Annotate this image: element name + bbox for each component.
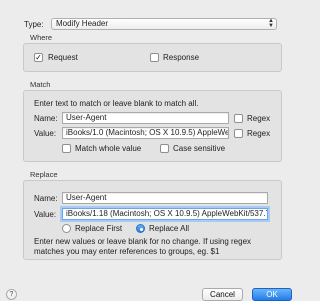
type-select-value: Modify Header [56,19,109,28]
replace-panel: Name: User-Agent Value: iBooks/1.18 (Mac… [23,180,282,260]
match-value-label: Value: [34,129,57,138]
replace-section-title: Replace [30,170,58,179]
match-hint: Enter text to match or leave blank to ma… [34,99,199,108]
type-label: Type: [24,20,44,29]
ok-button[interactable]: OK [252,288,292,301]
type-select[interactable]: Modify Header ▲ ▼ [51,18,277,30]
replace-value-input[interactable]: iBooks/1.18 (Macintosh; OS X 10.9.5) App… [62,208,268,220]
match-value-input[interactable]: iBooks/1.0 (Macintosh; OS X 10.9.5) Appl… [62,127,229,139]
match-whole-value-label: Match whole value [75,144,142,153]
help-button[interactable]: ? [6,289,17,300]
replace-note-line1: Enter new values or leave blank for no c… [34,237,252,246]
match-value-regex-checkbox[interactable] [234,129,243,138]
match-section-title: Match [30,80,51,89]
match-name-regex-label: Regex [247,114,271,123]
response-label: Response [163,53,200,62]
match-name-input[interactable]: User-Agent [62,112,229,124]
case-sensitive-label: Case sensitive [173,144,226,153]
cancel-button[interactable]: Cancel [202,288,243,301]
request-checkbox[interactable]: ✓ [34,53,43,62]
match-name-regex-checkbox[interactable] [234,114,243,123]
response-checkbox[interactable] [150,53,159,62]
where-panel: ✓ Request Response [23,43,282,72]
match-value-regex-label: Regex [247,129,271,138]
select-arrows-icon: ▲ ▼ [268,18,274,29]
replace-name-label: Name: [34,194,58,203]
request-label: Request [48,53,78,62]
replace-first-radio[interactable] [62,224,71,233]
where-section-title: Where [30,33,53,42]
checkmark-icon: ✓ [35,53,42,62]
replace-first-label: Replace First [75,224,123,233]
match-name-label: Name: [34,114,58,123]
replace-all-label: Replace All [149,224,190,233]
match-panel: Enter text to match or leave blank to ma… [23,90,282,162]
case-sensitive-checkbox[interactable] [160,144,169,153]
match-whole-value-checkbox[interactable] [62,144,71,153]
replace-name-input[interactable]: User-Agent [62,192,268,204]
replace-note-line2: matches you may enter references to grou… [34,247,220,256]
replace-value-label: Value: [34,210,57,219]
replace-all-radio[interactable] [136,224,145,233]
